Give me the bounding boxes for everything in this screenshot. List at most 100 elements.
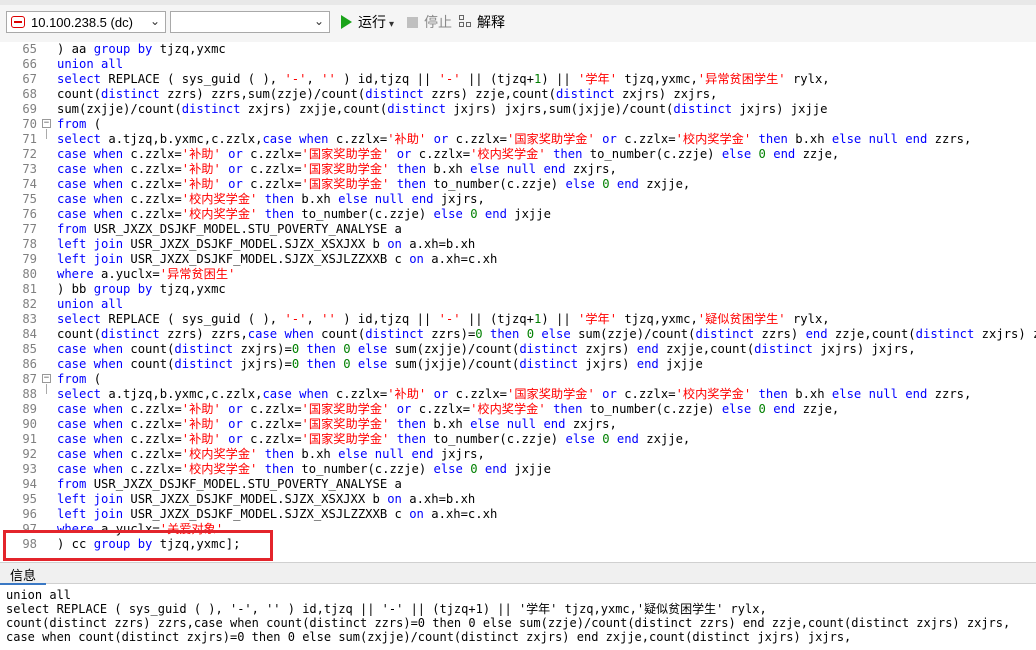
code-line[interactable]: 87− from ( <box>0 372 1036 387</box>
code-line[interactable]: 74 case when c.zzlx='补助' or c.zzlx='国家奖助学… <box>0 177 1036 192</box>
tab-info[interactable]: 信息 <box>10 565 36 584</box>
code-line[interactable]: 86 case when count(distinct jxjrs)=0 then… <box>0 357 1036 372</box>
output-line: case when count(distinct zxjrs)=0 then 0… <box>6 630 852 644</box>
code-text: case when c.zzlx='校内奖学金' then to_number(… <box>57 207 551 221</box>
line-number: 79 <box>22 252 37 266</box>
fold-toggle-icon[interactable]: − <box>42 119 51 128</box>
line-number: 71 <box>22 132 37 146</box>
oracle-connection-icon <box>11 16 25 28</box>
code-line[interactable]: 96 left join USR_JXZX_DSJKF_MODEL.SJZX_XS… <box>0 507 1036 522</box>
line-number: 92 <box>22 447 37 461</box>
database-select[interactable]: ⌄ <box>170 11 330 33</box>
code-text: case when c.zzlx='校内奖学金' then b.xh else … <box>57 447 485 461</box>
line-number: 87 <box>22 372 37 386</box>
code-text: case when c.zzlx='补助' or c.zzlx='国家奖助学金'… <box>57 162 617 176</box>
connection-select[interactable]: 10.100.238.5 (dc) ⌄ <box>6 11 166 33</box>
line-number: 65 <box>22 42 37 56</box>
stop-label: 停止 <box>424 14 452 30</box>
code-text: case when c.zzlx='补助' or c.zzlx='国家奖助学金'… <box>57 177 691 191</box>
line-number: 85 <box>22 342 37 356</box>
line-number: 94 <box>22 477 37 491</box>
code-line[interactable]: 91 case when c.zzlx='补助' or c.zzlx='国家奖助学… <box>0 432 1036 447</box>
code-line[interactable]: 95 left join USR_JXZX_DSJKF_MODEL.SJZX_XS… <box>0 492 1036 507</box>
code-line[interactable]: 89 case when c.zzlx='补助' or c.zzlx='国家奖助学… <box>0 402 1036 417</box>
line-number: 91 <box>22 432 37 446</box>
line-number: 81 <box>22 282 37 296</box>
code-line[interactable]: 81) bb group by tjzq,yxmc <box>0 282 1036 297</box>
code-text: case when c.zzlx='校内奖学金' then to_number(… <box>57 462 551 476</box>
code-line[interactable]: 88 select a.tjzq,b.yxmc,c.zzlx,case when … <box>0 387 1036 402</box>
code-text: select a.tjzq,b.yxmc,c.zzlx,case when c.… <box>57 132 972 146</box>
connection-label: 10.100.238.5 (dc) <box>31 15 133 30</box>
line-number: 84 <box>22 327 37 341</box>
code-text: select REPLACE ( sys_guid ( ), '-', '' )… <box>57 72 830 86</box>
code-line[interactable]: 66 union all <box>0 57 1036 72</box>
line-number: 90 <box>22 417 37 431</box>
code-text: union all <box>57 57 124 71</box>
fold-guide <box>46 384 47 394</box>
code-text: left join USR_JXZX_DSJKF_MODEL.SJZX_XSJL… <box>57 252 498 266</box>
code-line[interactable]: 85 case when count(distinct zxjrs)=0 then… <box>0 342 1036 357</box>
stop-icon <box>407 17 418 28</box>
code-text: from ( <box>57 372 102 386</box>
code-line[interactable]: 79 left join USR_JXZX_DSJKF_MODEL.SJZX_XS… <box>0 252 1036 267</box>
code-line[interactable]: 82 union all <box>0 297 1036 312</box>
code-line[interactable]: 71 select a.tjzq,b.yxmc,c.zzlx,case when … <box>0 132 1036 147</box>
code-text: select a.tjzq,b.yxmc,c.zzlx,case when c.… <box>57 387 972 401</box>
line-number: 95 <box>22 492 37 506</box>
code-text: ) aa group by tjzq,yxmc <box>57 42 226 56</box>
line-number: 68 <box>22 87 37 101</box>
code-text: case when count(distinct zxjrs)=0 then 0… <box>57 342 916 356</box>
sql-editor[interactable]: 65 ) aa group by tjzq,yxmc 66 union all 67 se… <box>0 42 1036 562</box>
code-line[interactable]: 83 select REPLACE ( sys_guid ( ), '-', ''… <box>0 312 1036 327</box>
code-line[interactable]: 78 left join USR_JXZX_DSJKF_MODEL.SJZX_XS… <box>0 237 1036 252</box>
code-line[interactable]: 68 count(distinct zzrs) zzrs,sum(zzje)/co… <box>0 87 1036 102</box>
code-line[interactable]: 75 case when c.zzlx='校内奖学金' then b.xh els… <box>0 192 1036 207</box>
toolbar-top-strip <box>0 0 1036 5</box>
code-line[interactable]: 76 case when c.zzlx='校内奖学金' then to_numbe… <box>0 207 1036 222</box>
code-line[interactable]: 93 case when c.zzlx='校内奖学金' then to_numbe… <box>0 462 1036 477</box>
run-button[interactable]: 运行 ▾ <box>341 12 394 32</box>
code-line[interactable]: 80 where a.yuclx='异常贫困生' <box>0 267 1036 282</box>
line-number: 82 <box>22 297 37 311</box>
code-text: from USR_JXZX_DSJKF_MODEL.STU_POVERTY_AN… <box>57 477 402 491</box>
run-dropdown-icon[interactable]: ▾ <box>389 19 394 30</box>
line-number: 89 <box>22 402 37 416</box>
explain-button[interactable]: 解释 <box>459 12 505 32</box>
code-text: select REPLACE ( sys_guid ( ), '-', '' )… <box>57 312 830 326</box>
code-line[interactable]: 77 from USR_JXZX_DSJKF_MODEL.STU_POVERTY_… <box>0 222 1036 237</box>
code-line[interactable]: 84 count(distinct zzrs) zzrs,case when co… <box>0 327 1036 342</box>
code-text: case when c.zzlx='补助' or c.zzlx='国家奖助学金'… <box>57 147 840 161</box>
code-text: left join USR_JXZX_DSJKF_MODEL.SJZX_XSXJ… <box>57 237 476 251</box>
line-number: 76 <box>22 207 37 221</box>
output-line: count(distinct zzrs) zzrs,case when coun… <box>6 616 1011 630</box>
code-line[interactable]: 69 sum(zxjje)/count(distinct zxjrs) zxjje… <box>0 102 1036 117</box>
code-text: count(distinct zzrs) zzrs,case when coun… <box>57 327 1036 341</box>
code-line[interactable]: 70− from ( <box>0 117 1036 132</box>
line-number: 67 <box>22 72 37 86</box>
code-line[interactable]: 92 case when c.zzlx='校内奖学金' then b.xh els… <box>0 447 1036 462</box>
code-line[interactable]: 65 ) aa group by tjzq,yxmc <box>0 42 1036 57</box>
stop-button[interactable]: 停止 <box>407 12 452 32</box>
code-line[interactable]: 72 case when c.zzlx='补助' or c.zzlx='国家奖助学… <box>0 147 1036 162</box>
code-text: case when c.zzlx='补助' or c.zzlx='国家奖助学金'… <box>57 402 840 416</box>
code-line[interactable]: 90 case when c.zzlx='补助' or c.zzlx='国家奖助学… <box>0 417 1036 432</box>
code-line[interactable]: 73 case when c.zzlx='补助' or c.zzlx='国家奖助学… <box>0 162 1036 177</box>
line-number: 78 <box>22 237 37 251</box>
line-number: 75 <box>22 192 37 206</box>
line-number: 86 <box>22 357 37 371</box>
code-text: sum(zxjje)/count(distinct zxjrs) zxjje,c… <box>57 102 828 116</box>
code-line[interactable]: 94 from USR_JXZX_DSJKF_MODEL.STU_POVERTY_… <box>0 477 1036 492</box>
fold-toggle-icon[interactable]: − <box>42 374 51 383</box>
code-line[interactable]: 67 select REPLACE ( sys_guid ( ), '-', ''… <box>0 72 1036 87</box>
fold-guide <box>46 129 47 139</box>
explain-label: 解释 <box>477 14 505 30</box>
code-text: union all <box>57 297 124 311</box>
code-text: count(distinct zzrs) zzrs,sum(zzje)/coun… <box>57 87 718 101</box>
code-text: where a.yuclx='异常贫困生' <box>57 267 236 281</box>
code-text: case when c.zzlx='校内奖学金' then b.xh else … <box>57 192 485 206</box>
run-label: 运行 <box>358 14 386 30</box>
info-tab-bar: 信息 <box>0 562 1036 585</box>
info-output-panel[interactable]: union all select REPLACE ( sys_guid ( ), … <box>0 585 1036 650</box>
line-number: 88 <box>22 387 37 401</box>
